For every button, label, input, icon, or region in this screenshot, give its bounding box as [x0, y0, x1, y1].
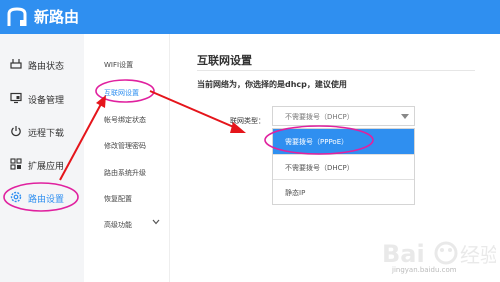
submenu-item-admin-password[interactable]: 修改管理密码: [104, 141, 146, 151]
network-notice: 当前网络为，你选择的是dhcp，建议使用: [197, 80, 347, 89]
submenu-item-account-binding[interactable]: 帐号绑定状态: [104, 115, 146, 125]
monitor-icon: [10, 92, 22, 104]
grid-icon: [10, 158, 22, 170]
submenu-item-advanced[interactable]: 高级功能: [104, 220, 132, 230]
connection-type-select[interactable]: 不需要拨号（DHCP）: [272, 106, 415, 126]
option-label: 静态IP: [285, 189, 306, 197]
app-title: 新路由: [34, 8, 80, 26]
sidebar-item-label: 路由状态: [28, 62, 65, 72]
settings-submenu: [84, 34, 170, 282]
option-label: 不需要拨号（DHCP）: [285, 164, 354, 172]
svg-text:经验: 经验: [460, 243, 496, 267]
power-icon: [11, 126, 21, 137]
submenu-item-wifi[interactable]: WIFI设置: [104, 60, 133, 70]
sidebar-item-label: 扩展应用: [28, 162, 65, 172]
submenu-item-restore-config[interactable]: 恢复配置: [104, 194, 132, 204]
watermark-url: jingyan.baidu.com: [392, 266, 457, 274]
sidebar-item-router-status[interactable]: 路由状态: [0, 52, 84, 78]
connection-type-dropdown: 需要拨号（PPPoE） 不需要拨号（DHCP） 静态IP: [272, 128, 415, 205]
option-pppoe[interactable]: 需要拨号（PPPoE）: [273, 129, 414, 154]
option-static-ip[interactable]: 静态IP: [273, 179, 414, 204]
submenu-item-system-upgrade[interactable]: 路由系统升级: [104, 168, 146, 178]
sidebar-item-label: 路由设置: [28, 195, 65, 205]
router-logo-icon: [7, 7, 27, 26]
caret-down-icon: [401, 114, 409, 119]
option-dhcp[interactable]: 不需要拨号（DHCP）: [273, 154, 414, 179]
sidebar-item-label: 设备管理: [28, 96, 65, 106]
submenu-item-internet[interactable]: 互联网设置: [104, 88, 139, 98]
svg-text:Bai: Bai: [382, 240, 425, 268]
gear-icon: [10, 191, 22, 203]
sidebar-item-router-settings[interactable]: 路由设置: [0, 185, 84, 211]
sidebar-item-device-management[interactable]: 设备管理: [0, 86, 84, 112]
chevron-down-icon[interactable]: [152, 219, 160, 225]
top-header: 新路由: [0, 0, 500, 34]
page-title: 互联网设置: [197, 54, 252, 67]
sidebar: 路由状态 设备管理 远程下载 扩展应用 路由设置: [0, 34, 84, 282]
sidebar-item-extensions[interactable]: 扩展应用: [0, 152, 84, 178]
sidebar-item-label: 远程下载: [28, 129, 65, 139]
option-label: 需要拨号（PPPoE）: [285, 138, 349, 146]
select-value: 不需要拨号（DHCP）: [285, 113, 354, 121]
connection-type-label: 联网类型：: [230, 117, 265, 125]
sidebar-item-remote-download[interactable]: 远程下载: [0, 119, 84, 145]
title-divider: [197, 70, 475, 71]
router-icon: [10, 59, 22, 69]
